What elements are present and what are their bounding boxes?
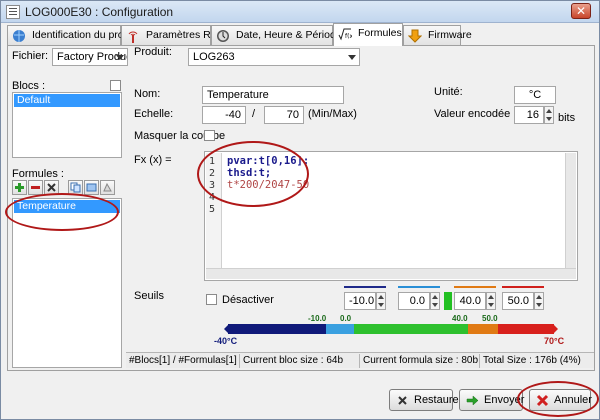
export-formula-button[interactable] — [100, 180, 115, 195]
echelle-hint: (Min/Max) — [308, 108, 357, 120]
threshold-color-2 — [398, 286, 440, 288]
annotation-ring — [197, 141, 309, 207]
status-bloc-size: Current bloc size : 64b — [240, 354, 360, 368]
echelle-min-input[interactable]: -40 — [202, 106, 246, 124]
threshold-color-3 — [454, 286, 496, 288]
remove-formula-button[interactable] — [28, 180, 43, 195]
tab-label: Paramètres RF — [146, 29, 218, 41]
bits-unit: bits — [558, 112, 576, 124]
annotation-ring — [5, 193, 119, 231]
blocs-list[interactable]: Default — [12, 92, 122, 158]
minus-icon — [31, 186, 40, 189]
annotation-ring — [517, 381, 599, 417]
fichier-select[interactable]: Factory Product — [52, 48, 128, 66]
globe-icon — [13, 30, 25, 42]
status-bar: #Blocs[1] / #Formulas[1] Current bloc si… — [126, 352, 594, 368]
tab-formules[interactable]: f(x) Formules — [333, 23, 403, 46]
desactiver-label: Désactiver — [222, 294, 274, 306]
close-button[interactable]: ✕ — [571, 3, 591, 19]
vertical-scrollbar[interactable] — [565, 153, 576, 269]
tab-label: Firmware — [428, 29, 472, 41]
add-formula-button[interactable] — [12, 180, 27, 195]
envoyer-button[interactable]: Envoyer — [459, 389, 524, 411]
threshold-spinner-2[interactable] — [430, 292, 440, 310]
formules-label: Formules : — [12, 168, 64, 180]
blocs-checkbox[interactable] — [110, 80, 121, 91]
bar-min-label: -40°C — [214, 336, 238, 346]
produit-select[interactable]: LOG263 — [188, 48, 360, 66]
horizontal-scrollbar[interactable] — [206, 268, 576, 279]
bar-tick-label: 40.0 — [452, 314, 468, 323]
threshold-input-3[interactable]: 40.0 — [454, 292, 486, 310]
echelle-separator: / — [252, 108, 256, 120]
tab-bar: Identification du produit Paramètres RF … — [7, 23, 595, 46]
tab-date-heure[interactable]: Date, Heure & Périodes — [211, 25, 347, 45]
seuils-label: Seuils — [134, 290, 164, 302]
chevron-down-icon — [116, 55, 124, 60]
tab-label: Date, Heure & Périodes — [236, 29, 347, 41]
close-icon — [47, 183, 56, 192]
bar-tick-label: 50.0 — [482, 314, 498, 323]
produit-value: LOG263 — [193, 51, 235, 63]
chevron-down-icon — [348, 55, 356, 60]
bar-max-label: 70°C — [544, 336, 565, 346]
configuration-window: LOG000E30 : Configuration ✕ Identificati… — [0, 0, 600, 420]
tab-label: Formules — [358, 27, 402, 39]
blocs-label: Blocs : — [12, 80, 46, 92]
threshold-input-1[interactable]: -10.0 — [344, 292, 376, 310]
status-blocs-count: #Blocs[1] / #Formulas[1] — [126, 354, 240, 368]
restaurer-button[interactable]: Restaurer — [389, 389, 462, 411]
valeur-encodee-input[interactable]: 16 — [514, 106, 544, 124]
clock-icon — [217, 30, 229, 42]
export-icon — [103, 182, 112, 192]
import-formula-button[interactable] — [84, 180, 99, 195]
threshold-spinner-4[interactable] — [534, 292, 544, 310]
produit-label: Produit: — [134, 46, 172, 58]
threshold-input-4[interactable]: 50.0 — [502, 292, 534, 310]
unite-label: Unité: — [434, 86, 463, 98]
send-arrow-icon — [466, 395, 479, 406]
tab-firmware[interactable]: Firmware — [403, 25, 472, 45]
restaurer-label: Restaurer — [414, 394, 463, 406]
window-title: LOG000E30 : Configuration — [25, 5, 174, 19]
plus-icon — [15, 183, 24, 192]
status-total-size: Total Size : 176b (4%) — [483, 355, 581, 366]
threshold-bar — [224, 324, 558, 334]
echelle-max-input[interactable]: 70 — [264, 106, 304, 124]
valeur-encodee-spinner[interactable] — [544, 106, 554, 124]
fichier-label: Fichier: — [12, 50, 49, 62]
svg-text:f(x): f(x) — [345, 33, 352, 40]
nom-label: Nom: — [134, 88, 161, 100]
threshold-color-4 — [502, 286, 544, 288]
tab-parametres-rf[interactable]: Paramètres RF — [121, 25, 217, 45]
close-icon — [398, 396, 407, 405]
bar-tick-label: 0.0 — [340, 314, 352, 323]
unite-input[interactable]: °C — [514, 86, 556, 104]
threshold-input-2[interactable]: 0.0 — [398, 292, 430, 310]
line-number: 5 — [209, 204, 216, 215]
threshold-spinner-1[interactable] — [376, 292, 386, 310]
download-arrow-icon — [408, 29, 422, 43]
window-icon — [6, 5, 20, 19]
color-swatch-green — [444, 292, 452, 310]
formula-icon: f(x) — [338, 28, 352, 41]
tab-identification[interactable]: Identification du produit — [7, 25, 141, 45]
echelle-label: Echelle: — [134, 108, 174, 120]
threshold-color-1 — [344, 286, 386, 288]
desactiver-checkbox[interactable] — [206, 294, 217, 305]
valeur-encodee-label: Valeur encodée — [434, 108, 511, 120]
fx-label: Fx (x) = — [134, 154, 172, 166]
title-bar: LOG000E30 : Configuration ✕ — [1, 1, 599, 23]
bar-tick-label: -10.0 — [308, 314, 327, 323]
nom-input[interactable]: Temperature — [202, 86, 344, 104]
masquer-checkbox[interactable] — [204, 130, 215, 141]
import-icon — [86, 183, 97, 192]
threshold-spinner-3[interactable] — [486, 292, 496, 310]
list-item[interactable]: Default — [14, 94, 120, 107]
copy-icon — [70, 182, 81, 193]
status-formula-size: Current formula size : 80b — [360, 354, 480, 368]
antenna-icon — [128, 31, 138, 43]
